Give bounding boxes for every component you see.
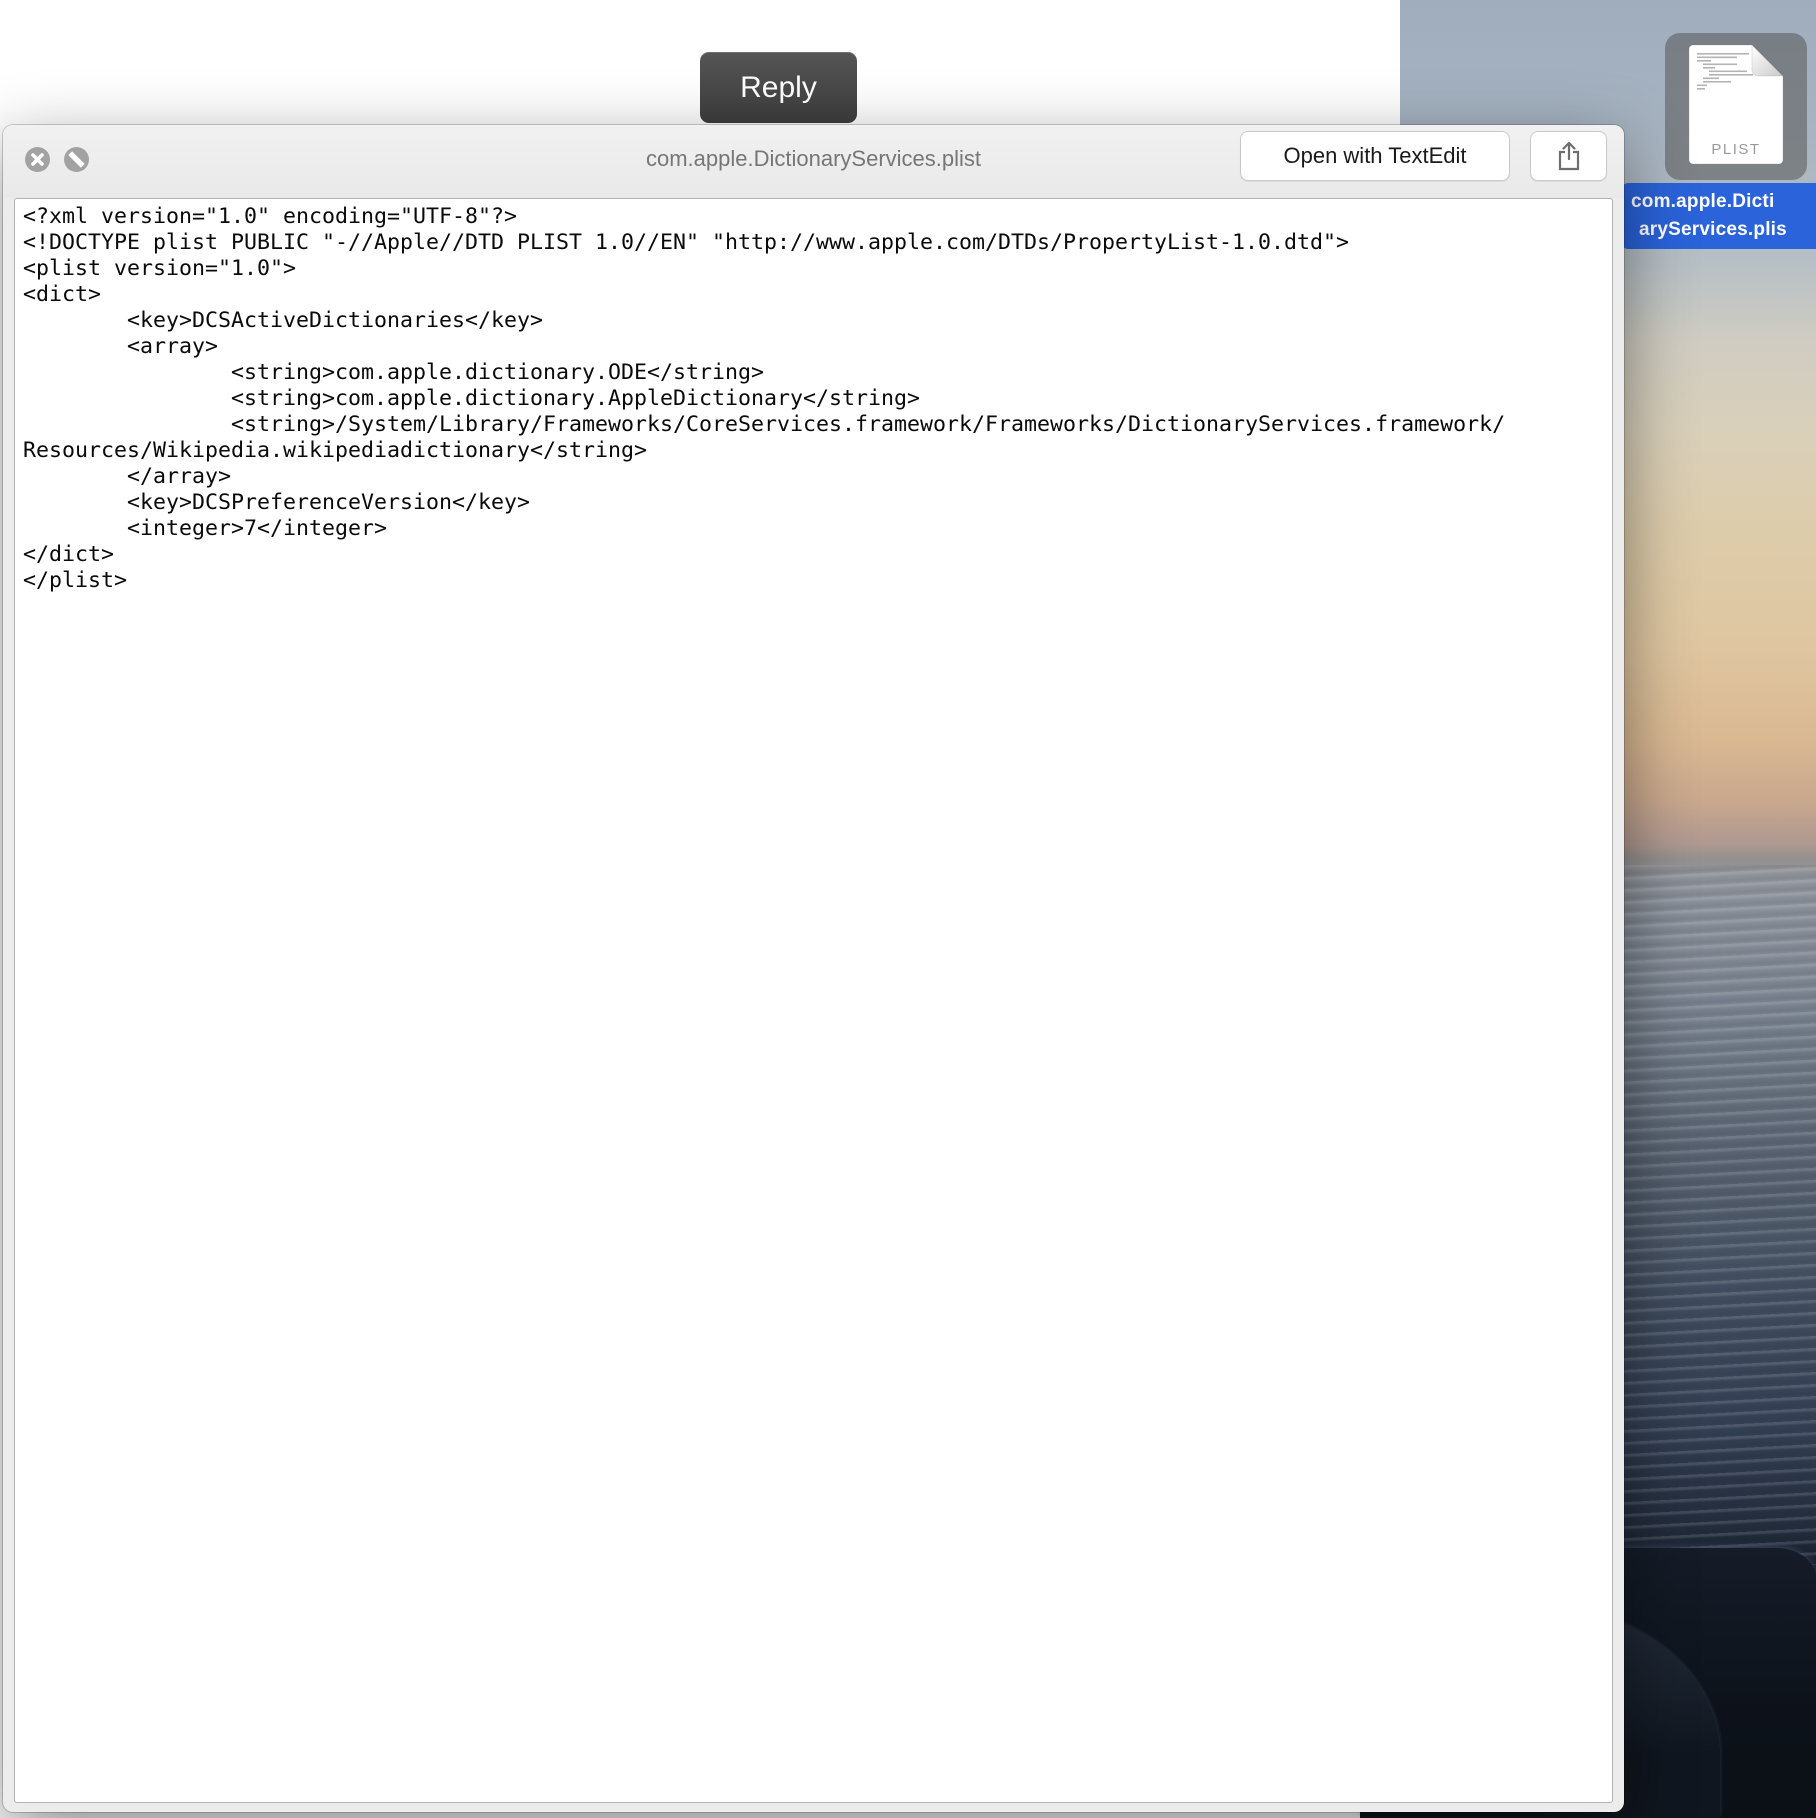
plist-content-pane[interactable]: <?xml version="1.0" encoding="UTF-8"?> <… [14, 198, 1613, 1803]
file-icon-selection-highlight[interactable]: PLIST [1665, 33, 1807, 180]
open-with-textedit-button[interactable]: Open with TextEdit [1240, 131, 1510, 181]
reply-button[interactable]: Reply [700, 52, 857, 123]
share-button[interactable] [1530, 131, 1607, 181]
file-name-line-2: aryServices.plis [1639, 219, 1787, 240]
plist-xml-text: <?xml version="1.0" encoding="UTF-8"?> <… [23, 204, 1506, 593]
file-name-line-1: com.apple.Dicti [1631, 191, 1775, 212]
file-name-label[interactable]: com.apple.Dicti aryServices.plis [1622, 183, 1816, 249]
titlebar-actions: Open with TextEdit [1240, 131, 1607, 181]
plist-document-icon[interactable]: PLIST [1689, 45, 1783, 164]
page-corner-fold [1751, 45, 1783, 77]
share-icon [1558, 141, 1579, 171]
quicklook-titlebar[interactable]: com.apple.DictionaryServices.plist Open … [3, 125, 1624, 198]
quicklook-window: com.apple.DictionaryServices.plist Open … [3, 125, 1624, 1812]
file-type-badge: PLIST [1711, 141, 1760, 158]
